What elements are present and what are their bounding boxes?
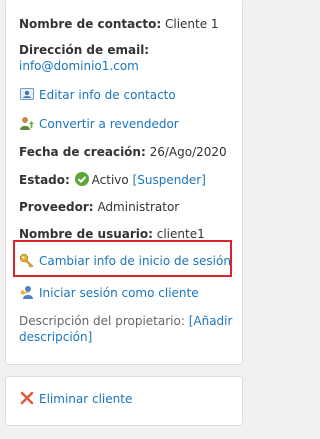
username-value: cliente1: [156, 227, 205, 241]
username-label: Nombre de usuario:: [19, 227, 153, 241]
contact-name-row: Nombre de contacto: Cliente 1: [19, 16, 236, 32]
provider-label: Proveedor:: [19, 200, 94, 214]
add-description-link-part1[interactable]: [Añadir: [189, 314, 233, 328]
owner-description-row-2: descripción]: [19, 329, 236, 345]
change-login-action[interactable]: Cambiar info de inicio de sesión: [19, 252, 236, 269]
owner-description-label: Descripción del propietario:: [19, 314, 185, 328]
contact-card-icon: [19, 86, 35, 102]
login-as-user-icon: [19, 284, 35, 300]
email-link[interactable]: info@dominio1.com: [19, 59, 139, 73]
email-value-row: info@dominio1.com: [19, 58, 236, 74]
login-as-client-action[interactable]: Iniciar sesión como cliente: [19, 284, 236, 301]
creation-date-row: Fecha de creación: 26/Ago/2020: [19, 144, 236, 160]
check-circle-icon: [74, 171, 90, 187]
provider-row: Proveedor: Administrator: [19, 199, 236, 215]
change-login-link[interactable]: Cambiar info de inicio de sesión: [39, 254, 231, 268]
edit-contact-action[interactable]: Editar info de contacto: [19, 86, 236, 103]
key-icon: [19, 252, 35, 268]
status-label: Estado:: [19, 173, 70, 187]
convert-reseller-link[interactable]: Convertir a revendedor: [39, 117, 179, 131]
convert-reseller-action[interactable]: Convertir a revendedor: [19, 115, 236, 132]
owner-description-row: Descripción del propietario: [Añadir: [19, 313, 236, 329]
suspend-link[interactable]: [Suspender]: [133, 173, 206, 187]
status-row: Estado: Activo [Suspender]: [19, 171, 236, 188]
contact-name-value: Cliente 1: [164, 17, 219, 31]
danger-panel: Eliminar cliente: [5, 376, 243, 426]
status-value: Activo: [91, 173, 129, 187]
creation-date-label: Fecha de creación:: [19, 145, 146, 159]
delete-client-action[interactable]: Eliminar cliente: [19, 390, 236, 407]
email-label: Dirección de email:: [19, 43, 150, 57]
delete-x-icon: [19, 390, 35, 406]
edit-contact-link[interactable]: Editar info de contacto: [39, 88, 176, 102]
contact-name-label: Nombre de contacto:: [19, 17, 162, 31]
user-convert-icon: [19, 115, 35, 131]
add-description-link-part2[interactable]: descripción]: [19, 330, 92, 344]
provider-value: Administrator: [97, 200, 180, 214]
login-as-client-link[interactable]: Iniciar sesión como cliente: [39, 286, 199, 300]
client-info-panel: Nombre de contacto: Cliente 1 Dirección …: [5, 0, 243, 365]
creation-date-value: 26/Ago/2020: [149, 145, 227, 159]
delete-client-link[interactable]: Eliminar cliente: [39, 392, 132, 406]
